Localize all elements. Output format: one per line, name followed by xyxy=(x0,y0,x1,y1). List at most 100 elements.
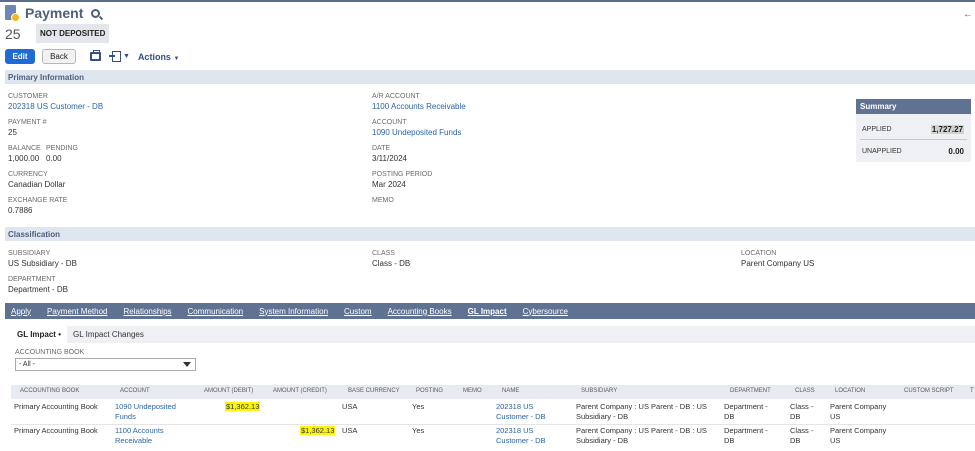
tab-custom[interactable]: Custom xyxy=(344,307,372,316)
row-account-link[interactable]: 1100 Accounts Receivable xyxy=(115,426,164,446)
subtab-gl-impact[interactable]: GL Impact • xyxy=(11,326,67,343)
section-primary-information[interactable]: Primary Information xyxy=(5,70,975,84)
row-location: Parent Company US xyxy=(830,426,887,445)
class-label: CLASS xyxy=(372,250,395,257)
department-value: Department - DB xyxy=(8,285,69,294)
col-name[interactable]: NAME xyxy=(502,388,519,394)
back-arrow-icon[interactable]: ← xyxy=(963,9,973,20)
customer-label: CUSTOMER xyxy=(8,93,48,100)
col-posting[interactable]: POSTING xyxy=(416,388,443,394)
tab-payment-method[interactable]: Payment Method xyxy=(47,307,107,316)
payment-record-icon xyxy=(5,4,20,22)
col-amount-debit[interactable]: AMOUNT (DEBIT) xyxy=(204,388,253,394)
record-tabs: Apply Payment Method Relationships Commu… xyxy=(5,303,975,319)
row-currency: USA xyxy=(342,426,358,435)
class-value: Class - DB xyxy=(372,259,411,268)
col-class[interactable]: CLASS xyxy=(795,388,815,394)
page-header: Payment xyxy=(5,4,101,22)
row-posting: Yes xyxy=(412,426,425,435)
summary-divider xyxy=(860,139,967,140)
applied-value: 1,727.27 xyxy=(930,125,964,134)
memo-label: MEMO xyxy=(372,197,394,204)
col-location[interactable]: LOCATION xyxy=(835,388,865,394)
balance-label: BALANCE xyxy=(8,145,41,152)
pending-value: 0.00 xyxy=(46,154,62,163)
col-custom-script[interactable]: CUSTOM SCRIPT xyxy=(904,388,954,394)
tab-relationships[interactable]: Relationships xyxy=(124,307,172,316)
department-label: DEPARTMENT xyxy=(8,276,56,283)
pending-label: PENDING xyxy=(46,145,78,152)
row-class: Class - DB xyxy=(790,426,814,445)
accounting-book-select[interactable]: - All - xyxy=(15,358,196,371)
tab-system-information[interactable]: System Information xyxy=(259,307,328,316)
date-label: DATE xyxy=(372,145,391,152)
subsidiary-value: US Subsidiary - DB xyxy=(8,259,77,268)
posting-period-label: POSTING PERIOD xyxy=(372,171,433,178)
payment-number-value: 25 xyxy=(8,128,17,137)
row-book: Primary Accounting Book xyxy=(14,426,98,435)
row-class: Class - DB xyxy=(790,402,814,421)
account-link[interactable]: 1090 Undeposited Funds xyxy=(372,128,461,137)
unapplied-label: UNAPPLIED xyxy=(862,148,902,155)
row-subsidiary: Parent Company : US Parent - DB : US Subs… xyxy=(576,426,707,445)
tab-apply[interactable]: Apply xyxy=(11,307,31,316)
status-badge: NOT DEPOSITED xyxy=(36,24,110,43)
row-department: Department - DB xyxy=(724,402,768,421)
tab-gl-impact[interactable]: GL Impact xyxy=(468,307,507,316)
applied-label: APPLIED xyxy=(862,126,892,133)
col-truncated[interactable]: T xyxy=(970,388,974,394)
exchange-rate-value: 0.7886 xyxy=(8,206,33,215)
row-subsidiary: Parent Company : US Parent - DB : US Subs… xyxy=(576,402,707,421)
row-account-link[interactable]: 1090 Undeposited Funds xyxy=(115,402,176,422)
customer-link[interactable]: 202318 US Customer - DB xyxy=(8,102,103,111)
col-subsidiary[interactable]: SUBSIDIARY xyxy=(581,388,617,394)
gl-subtabs: GL Impact • GL Impact Changes xyxy=(11,326,975,343)
summary-box: Summary APPLIED 1,727.27 UNAPPLIED 0.00 xyxy=(856,99,971,162)
col-base-currency[interactable]: BASE CURRENCY xyxy=(348,388,400,394)
currency-value: Canadian Dollar xyxy=(8,180,66,189)
row-currency: USA xyxy=(342,402,358,411)
toolbar: Edit Back ▼ Actions ▼ xyxy=(5,49,179,64)
row-book: Primary Accounting Book xyxy=(14,402,98,411)
tab-accounting-books[interactable]: Accounting Books xyxy=(388,307,452,316)
location-label: LOCATION xyxy=(741,250,777,257)
row-department: Department - DB xyxy=(724,426,768,445)
date-value: 3/11/2024 xyxy=(372,154,407,163)
subtab-gl-impact-changes[interactable]: GL Impact Changes xyxy=(67,326,150,343)
back-button[interactable]: Back xyxy=(42,49,76,64)
search-icon[interactable] xyxy=(91,8,101,18)
tab-communication[interactable]: Communication xyxy=(188,307,244,316)
chevron-down-icon[interactable]: ▼ xyxy=(123,53,130,60)
col-amount-credit[interactable]: AMOUNT (CREDIT) xyxy=(273,388,327,394)
posting-period-value: Mar 2024 xyxy=(372,180,406,189)
print-icon[interactable] xyxy=(90,50,101,61)
row-location: Parent Company US xyxy=(830,402,887,421)
page-title: Payment xyxy=(25,5,84,21)
export-icon[interactable] xyxy=(109,51,121,62)
section-classification[interactable]: Classification xyxy=(5,227,975,241)
gl-table-header xyxy=(11,385,975,399)
row-name-link[interactable]: 202318 US Customer - DB xyxy=(496,426,546,446)
top-bar xyxy=(0,0,975,2)
row-divider xyxy=(11,424,975,425)
payment-number-label: PAYMENT # xyxy=(8,119,47,126)
actions-menu[interactable]: Actions ▼ xyxy=(138,52,179,62)
tab-cybersource[interactable]: Cybersource xyxy=(523,307,568,316)
account-label: ACCOUNT xyxy=(372,119,407,126)
col-department[interactable]: DEPARTMENT xyxy=(730,388,771,394)
accounting-book-label: ACCOUNTING BOOK xyxy=(15,349,85,356)
col-memo[interactable]: MEMO xyxy=(463,388,482,394)
dropdown-arrow-icon xyxy=(183,362,191,367)
edit-button[interactable]: Edit xyxy=(5,49,35,64)
balance-value: 1,000.00 xyxy=(8,154,40,163)
col-accounting-book[interactable]: ACCOUNTING BOOK xyxy=(20,388,79,394)
currency-label: CURRENCY xyxy=(8,171,48,178)
row-name-link[interactable]: 202318 US Customer - DB xyxy=(496,402,546,422)
accounting-book-selected: - All - xyxy=(19,361,35,368)
row-debit: $1,362.13 xyxy=(225,402,261,411)
col-account[interactable]: ACCOUNT xyxy=(120,388,150,394)
row-posting: Yes xyxy=(412,402,425,411)
unapplied-value: 0.00 xyxy=(948,147,964,156)
location-value: Parent Company US xyxy=(741,259,815,268)
ar-account-link[interactable]: 1100 Accounts Receivable xyxy=(372,102,466,111)
